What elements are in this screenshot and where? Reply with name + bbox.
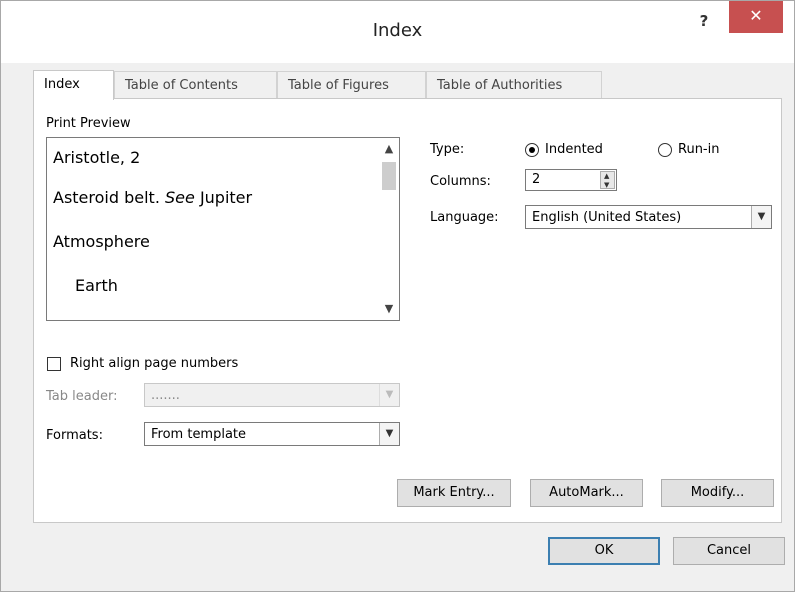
tab-table-of-contents[interactable]: Table of Contents [114,71,277,99]
tab-leader-value: ....... [151,388,180,403]
tab-index[interactable]: Index [33,70,114,100]
scroll-thumb[interactable] [382,162,396,190]
type-label: Type: [430,142,465,157]
tab-leader-label: Tab leader: [46,389,118,404]
preview-line-asteroid: Asteroid belt. See Jupiter [53,188,252,207]
cancel-button[interactable]: Cancel [673,537,785,565]
scroll-down-icon[interactable]: ▼ [379,302,399,320]
right-align-checkbox[interactable] [47,357,61,371]
right-align-label[interactable]: Right align page numbers [70,356,238,371]
print-preview-box: Aristotle, 2 Asteroid belt. See Jupiter … [46,137,400,321]
preview-line-earth: Earth [75,276,118,295]
tab-table-of-authorities[interactable]: Table of Authorities [426,71,602,99]
language-label: Language: [430,210,499,225]
columns-label: Columns: [430,174,491,189]
tab-leader-select: ....... ▼ [144,383,400,407]
radio-indented[interactable] [525,143,539,157]
chevron-down-icon[interactable]: ▼ [751,206,771,228]
automark-button[interactable]: AutoMark... [530,479,643,507]
preview-asteroid-text: Asteroid belt. [53,188,160,207]
mark-entry-button[interactable]: Mark Entry... [397,479,511,507]
columns-spin-buttons[interactable]: ▲ ▼ [600,171,615,189]
help-button[interactable]: ? [689,9,719,33]
radio-run-in[interactable] [658,143,672,157]
preview-jupiter-text: Jupiter [199,188,253,207]
chevron-down-icon: ▼ [379,384,399,406]
spin-down-icon[interactable]: ▼ [604,182,609,189]
scroll-up-icon[interactable]: ▲ [379,142,399,160]
print-preview-label: Print Preview [46,116,131,131]
columns-value[interactable]: 2 [532,172,540,187]
columns-stepper[interactable]: 2 ▲ ▼ [525,169,617,191]
modify-button[interactable]: Modify... [661,479,774,507]
formats-label: Formats: [46,428,103,443]
indented-label[interactable]: Indented [545,142,603,157]
dialog-title: Index [372,20,423,41]
tab-table-of-figures[interactable]: Table of Figures [277,71,426,99]
index-dialog: Index ? ✕ Index Table of Contents Table … [0,0,795,592]
language-select[interactable]: English (United States) ▼ [525,205,772,229]
preview-scrollbar[interactable]: ▲ ▼ [379,138,399,320]
formats-select[interactable]: From template ▼ [144,422,400,446]
preview-see-text: See [165,188,195,207]
chevron-down-icon[interactable]: ▼ [379,423,399,445]
language-value[interactable]: English (United States) [532,210,681,225]
title-bar: Index ? ✕ [1,1,794,63]
spin-up-icon[interactable]: ▲ [604,173,609,180]
ok-button[interactable]: OK [548,537,660,565]
index-tab-panel: Print Preview Aristotle, 2 Asteroid belt… [33,98,782,523]
preview-line-aristotle: Aristotle, 2 [53,148,141,167]
close-button[interactable]: ✕ [729,1,783,33]
run-in-label[interactable]: Run-in [678,142,719,157]
preview-line-atmosphere: Atmosphere [53,232,150,251]
formats-value[interactable]: From template [151,427,246,442]
